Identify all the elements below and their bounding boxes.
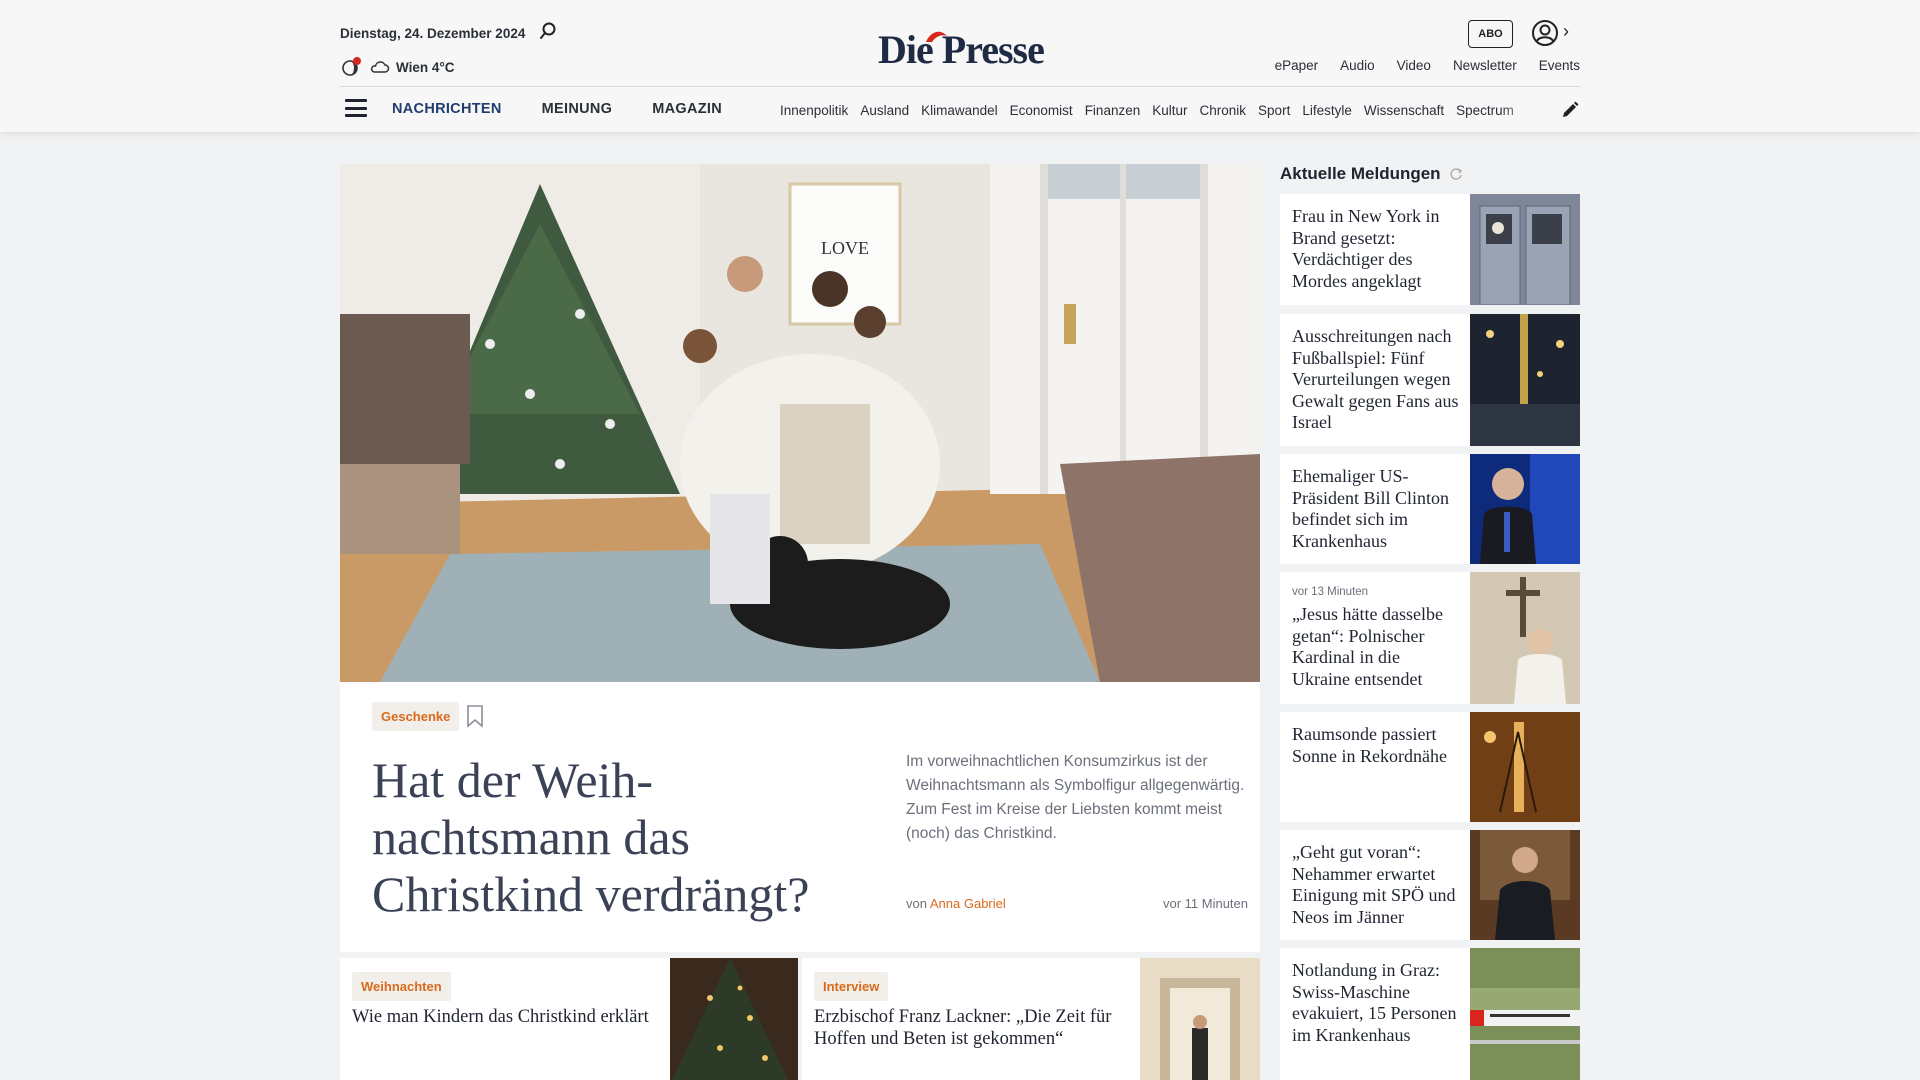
byline-prefix: von bbox=[906, 896, 927, 911]
news-item-graz[interactable]: Notlandung in Graz: Swiss-Maschine evaku… bbox=[1280, 948, 1580, 1080]
hero-article-card[interactable]: Geschenke Hat der Weih-nachtsmann das Ch… bbox=[340, 682, 1260, 952]
news-item-title[interactable]: „Jesus hätte dasselbe getan“: Polnischer… bbox=[1292, 604, 1462, 690]
news-thumb-airplane[interactable] bbox=[1470, 948, 1580, 1080]
cat-lifestyle[interactable]: Lifestyle bbox=[1302, 103, 1352, 118]
news-item-clinton[interactable]: Ehemaliger US-Präsident Bill Clinton bef… bbox=[1280, 454, 1580, 564]
chevron-right-icon[interactable]: › bbox=[1563, 21, 1569, 42]
news-thumb-pope[interactable] bbox=[1470, 572, 1580, 704]
news-thumb-nehammer[interactable] bbox=[1470, 830, 1580, 940]
logo-hat-icon bbox=[926, 31, 947, 42]
dark-mode-icon[interactable] bbox=[340, 56, 362, 78]
top-links: ePaper Audio Video Newsletter Events bbox=[1275, 58, 1580, 73]
nav-magazin[interactable]: MAGAZIN bbox=[652, 101, 722, 117]
news-item-title[interactable]: Raumsonde passiert Sonne in Rekordnähe bbox=[1292, 724, 1462, 767]
article-card-weihnachten[interactable]: Weihnachten Wie man Kindern das Christki… bbox=[340, 958, 798, 1080]
cat-ausland[interactable]: Ausland bbox=[860, 103, 909, 118]
search-icon[interactable] bbox=[538, 21, 558, 41]
card-tag[interactable]: Interview bbox=[814, 972, 889, 1001]
cat-innenpolitik[interactable]: Innenpolitik bbox=[780, 103, 848, 118]
news-thumb-street-night[interactable] bbox=[1470, 314, 1580, 446]
menu-icon[interactable] bbox=[345, 99, 367, 117]
news-item-title[interactable]: Frau in New York in Brand gesetzt: Verdä… bbox=[1292, 206, 1462, 292]
hero-timestamp: vor 11 Minuten bbox=[1162, 896, 1248, 911]
cat-wissenschaft[interactable]: Wissenschaft bbox=[1364, 103, 1444, 118]
weather-widget[interactable]: Wien 4°C bbox=[340, 56, 455, 78]
refresh-icon[interactable] bbox=[1449, 167, 1463, 181]
link-newsletter[interactable]: Newsletter bbox=[1453, 58, 1517, 73]
card-image-christmas-tree[interactable] bbox=[670, 958, 798, 1080]
current-date: Dienstag, 24. Dezember 2024 bbox=[340, 26, 526, 41]
news-ticker-title: Aktuelle Meldungen bbox=[1280, 164, 1441, 183]
nav-divider bbox=[340, 86, 1580, 87]
author-link[interactable]: Anna Gabriel bbox=[930, 896, 1006, 911]
news-item-title[interactable]: Ehemaliger US-Präsident Bill Clinton bef… bbox=[1292, 466, 1462, 552]
category-nav: Innenpolitik Ausland Klimawandel Economist F… bbox=[780, 103, 1540, 118]
nav-meinung[interactable]: MEINUNG bbox=[542, 101, 613, 117]
user-account-icon[interactable] bbox=[1531, 19, 1559, 47]
frame-text: LOVE bbox=[821, 238, 869, 258]
link-epaper[interactable]: ePaper bbox=[1275, 58, 1319, 73]
cat-klimawandel[interactable]: Klimawandel bbox=[921, 103, 998, 118]
weather-text: Wien 4°C bbox=[396, 59, 455, 75]
news-item-new-york[interactable]: Frau in New York in Brand gesetzt: Verdä… bbox=[1280, 194, 1580, 305]
hero-teaser: Im vorweihnachtlichen Konsumzirkus ist d… bbox=[906, 753, 1245, 842]
hero-title[interactable]: Hat der Weih-nachtsmann das Christkind v… bbox=[372, 752, 872, 923]
cloud-icon bbox=[370, 61, 390, 73]
card-tag[interactable]: Weihnachten bbox=[352, 972, 451, 1001]
news-thumb-rocket[interactable] bbox=[1470, 712, 1580, 822]
main-nav: NACHRICHTEN MEINUNG MAGAZIN bbox=[392, 101, 722, 117]
card-title[interactable]: Wie man Kindern das Christkind erklärt bbox=[352, 1006, 652, 1028]
category-fade bbox=[1500, 96, 1540, 124]
bookmark-icon[interactable] bbox=[466, 704, 484, 728]
news-item-title[interactable]: „Geht gut voran“: Nehammer erwartet Eini… bbox=[1292, 842, 1462, 928]
card-title[interactable]: Erzbischof Franz Lackner: „Die Zeit für … bbox=[814, 1006, 1124, 1050]
link-events[interactable]: Events bbox=[1539, 58, 1580, 73]
hero-image[interactable]: LOVE bbox=[340, 164, 1260, 682]
cat-kultur[interactable]: Kultur bbox=[1152, 103, 1187, 118]
news-item-nehammer[interactable]: „Geht gut voran“: Nehammer erwartet Eini… bbox=[1280, 830, 1580, 940]
news-thumb-clinton[interactable] bbox=[1470, 454, 1580, 564]
cat-chronik[interactable]: Chronik bbox=[1200, 103, 1247, 118]
nav-nachrichten[interactable]: NACHRICHTEN bbox=[392, 101, 502, 117]
card-image-archbishop[interactable] bbox=[1140, 958, 1260, 1080]
news-item-fussball[interactable]: Ausschreitungen nach Fußballspiel: Fünf … bbox=[1280, 314, 1580, 446]
news-item-time: vor 13 Minuten bbox=[1292, 586, 1369, 598]
link-video[interactable]: Video bbox=[1397, 58, 1431, 73]
news-thumb-door[interactable] bbox=[1470, 194, 1580, 305]
link-audio[interactable]: Audio bbox=[1340, 58, 1375, 73]
cat-sport[interactable]: Sport bbox=[1258, 103, 1290, 118]
article-card-interview[interactable]: Interview Erzbischof Franz Lackner: „Die… bbox=[802, 958, 1260, 1080]
site-logo[interactable]: Die Presse bbox=[878, 26, 1045, 73]
news-item-title[interactable]: Ausschreitungen nach Fußballspiel: Fünf … bbox=[1292, 326, 1462, 434]
site-header: Dienstag, 24. Dezember 2024 Wien 4°C Die… bbox=[0, 0, 1920, 132]
hero-byline: von Anna Gabriel bbox=[906, 896, 1006, 911]
cat-finanzen[interactable]: Finanzen bbox=[1085, 103, 1141, 118]
pencil-icon[interactable] bbox=[1560, 100, 1580, 120]
news-ticker-heading: Aktuelle Meldungen bbox=[1280, 164, 1463, 184]
hero-tag[interactable]: Geschenke bbox=[372, 702, 460, 731]
hero-photo: LOVE bbox=[340, 164, 1260, 682]
news-item-title[interactable]: Notlandung in Graz: Swiss-Maschine evaku… bbox=[1292, 960, 1462, 1046]
cat-economist[interactable]: Economist bbox=[1010, 103, 1073, 118]
abo-button[interactable]: ABO bbox=[1468, 20, 1513, 48]
news-item-raumsonde[interactable]: Raumsonde passiert Sonne in Rekordnähe bbox=[1280, 712, 1580, 822]
news-item-kardinal[interactable]: vor 13 Minuten „Jesus hätte dasselbe get… bbox=[1280, 572, 1580, 704]
